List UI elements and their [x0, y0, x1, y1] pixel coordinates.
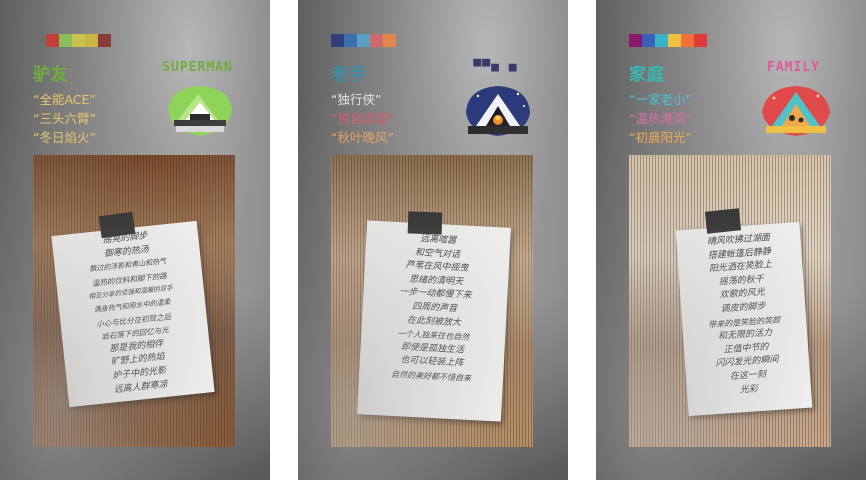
color-palette	[629, 34, 707, 47]
card-title: 家庭	[629, 65, 665, 85]
tape	[407, 211, 443, 235]
tape	[704, 208, 742, 234]
tape	[98, 211, 136, 239]
tag: “独自浪漫”	[331, 111, 394, 126]
palette-swatch	[668, 34, 681, 47]
color-palette	[33, 34, 111, 47]
palette-swatch	[72, 34, 85, 47]
palette-swatch	[98, 34, 111, 47]
tag: “一家老小”	[629, 92, 692, 107]
palette-swatch	[357, 34, 370, 47]
family-tent-icon	[762, 86, 830, 136]
tag: “初晨阳光”	[629, 130, 692, 145]
palette-swatch	[694, 34, 707, 47]
palette-swatch	[681, 34, 694, 47]
tag: “秋叶晚风”	[331, 130, 394, 145]
logo-text: FAMILY	[767, 60, 820, 75]
poem-note: 远离喧嚣 和空气对话 芦苇在风中摇曳 思绪的清明天 一步一动都慢下来 四周的声音…	[357, 220, 511, 422]
tag: “独行侠”	[331, 92, 382, 107]
tag-list: “全能ACE” “三头六臂” “冬日焰火”	[33, 90, 96, 147]
logo-text: ▀▀■ ■	[473, 60, 518, 75]
tag: “冬日焰火”	[33, 130, 96, 145]
tag: “温热港湾”	[629, 111, 692, 126]
logo-text: SUPERMAN	[162, 60, 233, 75]
palette-swatch	[655, 34, 668, 47]
palette-swatch	[331, 34, 344, 47]
palette-swatch	[59, 34, 72, 47]
tag-list: “独行侠” “独自浪漫” “秋叶晚风”	[331, 90, 394, 147]
palette-swatch	[344, 34, 357, 47]
palette-swatch	[85, 34, 98, 47]
palette-swatch	[33, 34, 46, 47]
palette-swatch	[383, 34, 396, 47]
campfire-tent-icon	[466, 86, 530, 136]
palette-swatch	[370, 34, 383, 47]
tag-list: “一家老小” “温热港湾” “初晨阳光”	[629, 90, 692, 147]
color-palette	[331, 34, 396, 47]
tag: “三头六臂”	[33, 111, 96, 126]
poem-note: 晴风吹拂过湖面 搭建帐篷后静静 阳光洒在笑脸上 摇荡的秋千 欢歌的风光 调皮的脚…	[675, 221, 813, 417]
poem-note: 摇晃的脚步 御寒的热汤 飘过的浮影和青山和热气 温热的饮料和脚下的路 相互分享的…	[51, 220, 215, 408]
card-veteran: 老手 “独行侠” “独自浪漫” “秋叶晚风” ▀▀■ ■ 远离喧嚣 和空气对话 …	[298, 0, 568, 480]
palette-swatch	[46, 34, 59, 47]
mountain-tent-icon	[168, 86, 232, 136]
palette-swatch	[642, 34, 655, 47]
tag: “全能ACE”	[33, 92, 96, 107]
card-title: 老手	[331, 65, 367, 85]
card-title: 驴友	[33, 65, 69, 85]
palette-swatch	[629, 34, 642, 47]
card-family: 家庭 “一家老小” “温热港湾” “初晨阳光” FAMILY 晴风吹拂过湖面 搭…	[596, 0, 866, 480]
card-hiker: 驴友 “全能ACE” “三头六臂” “冬日焰火” SUPERMAN 摇晃的脚步 …	[0, 0, 270, 480]
